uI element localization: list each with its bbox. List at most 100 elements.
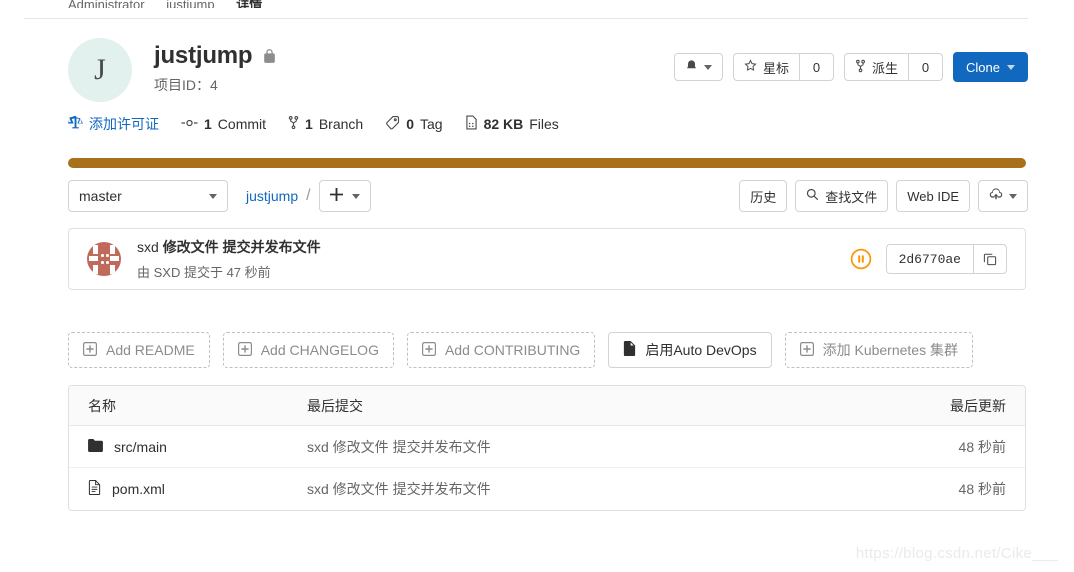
commit-sha[interactable]: 2d6770ae — [885, 244, 973, 274]
row-last-commit-link[interactable]: sxd 修改文件 提交并发布文件 — [307, 439, 491, 455]
fork-icon — [855, 59, 866, 76]
file-tree-table: 名称 最后提交 最后更新 src/main sxd 修改文件 提交并发布文件 4… — [68, 385, 1026, 511]
plus-square-icon — [799, 341, 814, 359]
chevron-down-icon — [1007, 64, 1015, 70]
add-readme-label: Add README — [106, 342, 195, 358]
web-ide-label: Web IDE — [907, 188, 959, 204]
branches-label: Branch — [318, 116, 364, 132]
add-kubernetes-cluster-button[interactable]: 添加 Kubernetes 集群 — [784, 332, 973, 368]
find-file-label: 查找文件 — [825, 189, 878, 205]
commit-author-name[interactable]: sxd — [137, 239, 159, 255]
enable-auto-devops-button[interactable]: 启用Auto DevOps — [608, 332, 772, 368]
breadcrumb-item-justjump[interactable]: justjump — [166, 0, 214, 8]
table-row[interactable]: src/main sxd 修改文件 提交并发布文件 48 秒前 — [69, 426, 1025, 468]
plus-square-icon — [421, 341, 436, 359]
add-changelog-button[interactable]: Add CHANGELOG — [222, 332, 394, 368]
add-kubernetes-cluster-label: 添加 Kubernetes 集群 — [822, 342, 958, 358]
plus-square-icon — [237, 341, 252, 359]
row-last-update: 48 秒前 — [958, 481, 1006, 497]
project-overview-page: Administrator justjump 详情 J justjump 项目I… — [0, 0, 1074, 572]
web-ide-button[interactable]: Web IDE — [896, 180, 970, 212]
commits-stat[interactable]: 1 Commit — [181, 116, 266, 132]
column-header-name: 名称 — [88, 397, 116, 414]
lock-icon — [262, 48, 277, 65]
tags-stat[interactable]: 0 Tag — [385, 115, 443, 133]
fork-label: 派生 — [872, 60, 899, 76]
add-license-link[interactable]: 添加许可证 — [68, 114, 159, 134]
watermark: https://blog.csdn.net/Cike___ — [855, 545, 1058, 562]
branch-select-value: master — [79, 188, 122, 204]
enable-auto-devops-label: 启用Auto DevOps — [645, 342, 757, 358]
history-button[interactable]: 历史 — [739, 180, 788, 212]
row-last-update: 48 秒前 — [958, 438, 1006, 455]
copy-icon[interactable] — [973, 244, 1007, 274]
column-header-last-update: 最后更新 — [950, 397, 1006, 414]
download-dropdown-button[interactable] — [978, 180, 1028, 212]
repo-breadcrumb-root[interactable]: justjump — [246, 188, 298, 204]
project-stats: 添加许可证 1 Commit 1 Branch 0 Tag 82 KB File… — [68, 114, 559, 134]
star-icon — [744, 59, 757, 75]
language-segment-java — [68, 158, 1026, 168]
file-icon — [88, 480, 101, 498]
download-icon — [989, 187, 1003, 205]
chevron-down-icon — [351, 193, 360, 199]
add-readme-button[interactable]: Add README — [68, 332, 210, 368]
page-title: justjump — [154, 42, 253, 69]
header-divider — [24, 18, 1028, 19]
table-row[interactable]: pom.xml sxd 修改文件 提交并发布文件 48 秒前 — [69, 468, 1025, 510]
repo-toolbar-left: master justjump / — [68, 180, 371, 212]
chevron-down-icon — [209, 193, 217, 199]
add-contributing-label: Add CONTRIBUTING — [444, 342, 581, 358]
commits-count: 1 — [204, 116, 212, 132]
pipeline-paused-icon[interactable] — [850, 248, 872, 270]
notification-dropdown-button[interactable] — [674, 53, 723, 81]
folder-icon — [88, 438, 103, 455]
repo-breadcrumb-separator: / — [306, 187, 311, 204]
fork-button-group: 派生 0 — [844, 53, 944, 81]
branches-stat[interactable]: 1 Branch — [288, 115, 363, 133]
file-size-icon — [465, 115, 478, 133]
file-name-link[interactable]: pom.xml — [112, 481, 165, 497]
row-last-commit-link[interactable]: sxd 修改文件 提交并发布文件 — [307, 481, 491, 497]
star-button-group: 星标 0 — [733, 53, 835, 81]
commit-icon — [181, 116, 198, 132]
find-file-button[interactable]: 查找文件 — [795, 180, 889, 212]
commit-sha-group: 2d6770ae — [885, 244, 1007, 274]
star-count: 0 — [800, 53, 835, 81]
star-label: 星标 — [763, 60, 790, 76]
clone-label: Clone — [966, 59, 1000, 75]
last-commit-panel: sxd 修改文件 提交并发布文件 由 SXD 提交于 47 秒前 2d6770a… — [68, 228, 1026, 290]
repo-toolbar-right: 历史 查找文件 Web IDE — [739, 180, 1028, 212]
project-header-actions: 星标 0 派生 0 Clone — [674, 52, 1028, 82]
breadcrumb-item-administrator[interactable]: Administrator — [68, 0, 145, 8]
bell-icon — [685, 59, 698, 76]
add-changelog-label: Add CHANGELOG — [260, 342, 379, 358]
history-label: 历史 — [750, 189, 777, 205]
tag-icon — [385, 115, 400, 133]
scale-icon — [68, 115, 83, 133]
clone-button[interactable]: Clone — [953, 52, 1028, 82]
files-size-stat[interactable]: 82 KB Files — [465, 115, 559, 133]
commits-label: Commit — [217, 116, 267, 132]
branch-icon — [288, 115, 299, 133]
commit-meta: 由 SXD 提交于 47 秒前 — [137, 265, 271, 280]
plus-square-icon — [83, 341, 98, 359]
fork-button[interactable]: 派生 — [844, 53, 910, 81]
commit-message[interactable]: 修改文件 提交并发布文件 — [163, 239, 321, 255]
file-name-link[interactable]: src/main — [114, 439, 167, 455]
plus-icon — [329, 187, 343, 205]
column-header-last-commit: 最后提交 — [307, 397, 363, 414]
repo-setup-actions: Add README Add CHANGELOG Add CONTRIBUTIN… — [68, 332, 973, 368]
branches-count: 1 — [305, 116, 313, 132]
breadcrumb: Administrator justjump 详情 — [68, 0, 280, 8]
files-size-count: 82 KB — [483, 116, 524, 132]
files-size-label: Files — [529, 116, 559, 132]
fork-count: 0 — [909, 53, 944, 81]
branch-select[interactable]: master — [68, 180, 228, 212]
add-to-repo-button[interactable] — [318, 180, 371, 212]
star-button[interactable]: 星标 — [733, 53, 801, 81]
add-contributing-button[interactable]: Add CONTRIBUTING — [406, 332, 596, 368]
add-license-label: 添加许可证 — [89, 116, 159, 132]
project-header: J justjump 项目ID：4 — [68, 38, 277, 102]
language-bar[interactable] — [68, 158, 1026, 168]
